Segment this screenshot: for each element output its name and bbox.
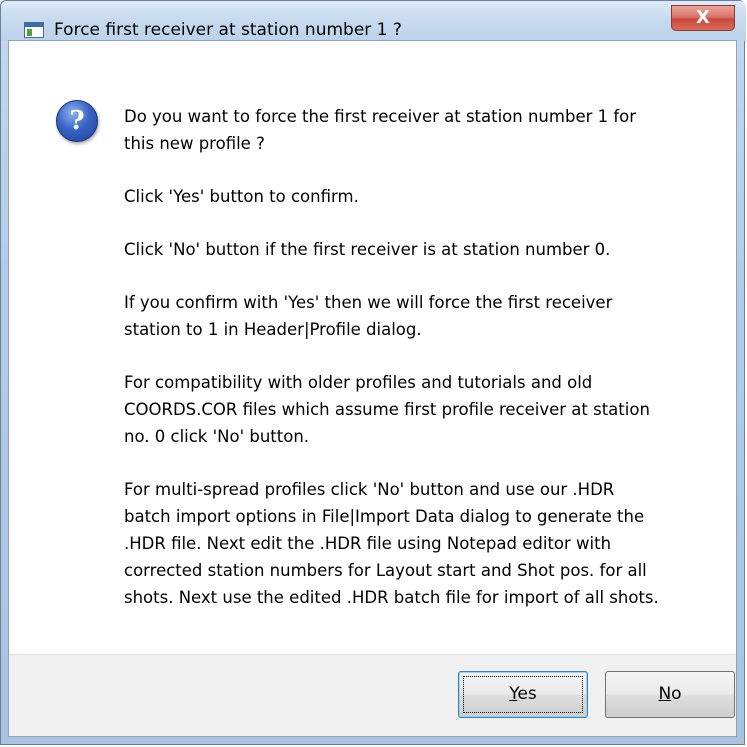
message-line: Click 'No' button if the first receiver … bbox=[124, 240, 611, 259]
message-paragraph-1: Do you want to force the first receiver … bbox=[124, 103, 704, 157]
message-line: COORDS.COR files which assume first prof… bbox=[124, 400, 650, 419]
close-icon: X bbox=[696, 7, 710, 28]
question-icon: ? bbox=[56, 100, 98, 142]
close-button[interactable]: X bbox=[671, 5, 735, 31]
no-button[interactable]: No bbox=[605, 671, 735, 718]
message-line: shots. Next use the edited .HDR batch fi… bbox=[124, 588, 659, 607]
message-line: For compatibility with older profiles an… bbox=[124, 373, 593, 392]
message-line: station to 1 in Header|Profile dialog. bbox=[124, 320, 422, 339]
no-accelerator: N bbox=[658, 684, 672, 704]
message-paragraph-3: Click 'No' button if the first receiver … bbox=[124, 236, 704, 263]
window-title: Force first receiver at station number 1… bbox=[54, 20, 402, 40]
message-line: corrected station numbers for Layout sta… bbox=[124, 561, 647, 580]
app-icon bbox=[24, 22, 44, 38]
message-line: this new profile ? bbox=[124, 134, 265, 153]
no-label: o bbox=[671, 684, 682, 704]
title-bar[interactable]: Force first receiver at station number 1… bbox=[1, 1, 746, 41]
message-line: Click 'Yes' button to confirm. bbox=[124, 187, 359, 206]
message-line: For multi-spread profiles click 'No' but… bbox=[124, 480, 615, 499]
message-paragraph-6: For multi-spread profiles click 'No' but… bbox=[124, 476, 704, 611]
message-line: Do you want to force the first receiver … bbox=[124, 107, 637, 126]
message-line: no. 0 click 'No' button. bbox=[124, 427, 310, 446]
message-paragraph-2: Click 'Yes' button to confirm. bbox=[124, 183, 704, 210]
focus-rectangle bbox=[463, 676, 583, 713]
message-line: .HDR file. Next edit the .HDR file using… bbox=[124, 534, 612, 553]
message-paragraph-5: For compatibility with older profiles an… bbox=[124, 369, 704, 450]
message-paragraph-4: If you confirm with 'Yes' then we will f… bbox=[124, 289, 704, 343]
message-line: If you confirm with 'Yes' then we will f… bbox=[124, 293, 613, 312]
yes-button[interactable]: Yes bbox=[458, 671, 588, 718]
message-line: batch import options in File|Import Data… bbox=[124, 507, 645, 526]
